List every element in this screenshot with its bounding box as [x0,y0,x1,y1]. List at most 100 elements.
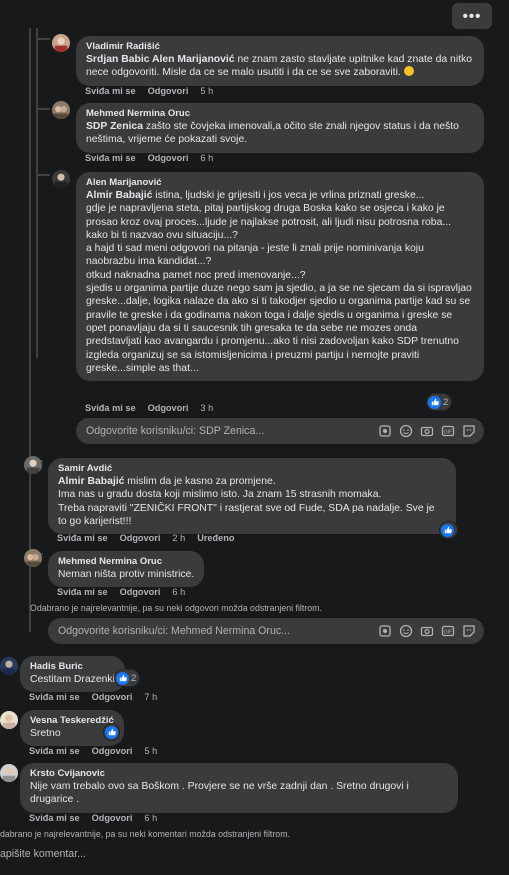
edited-label[interactable]: Uređeno [197,533,234,543]
comment-timestamp[interactable]: 5 h [200,86,213,96]
camera-icon[interactable] [420,624,434,638]
thread-line [29,28,31,632]
like-button[interactable]: Sviđa mi se [29,692,80,702]
avatar[interactable] [24,549,42,567]
reply-button[interactable]: Odgovori [148,86,189,96]
comment-author[interactable]: Vladimir Radišić [86,41,474,53]
comment-actions: Sviđa mi se Odgovori 7 h [29,692,169,702]
like-button[interactable]: Sviđa mi se [29,813,80,823]
comment-author[interactable]: Krsto Cvijanovic [30,768,448,780]
comment-timestamp[interactable]: 2 h [172,533,185,543]
mention-link[interactable]: SDP Zenica [86,121,143,132]
comment-timestamp[interactable]: 6 h [144,813,157,823]
comment-text: Sretno [30,728,61,739]
reaction-count[interactable] [440,522,457,538]
avatar-sticker-icon[interactable] [378,624,392,638]
thread-line [36,28,38,358]
comment-text: Nije vam trebalo ovo sa Boškom . Provjer… [30,781,412,806]
like-button[interactable]: Sviđa mi se [85,403,136,413]
gif-icon[interactable]: GIF [441,424,455,438]
reply-button[interactable]: Odgovori [92,746,133,756]
comment-bubble: Vladimir Radišić Srdjan Babic Alen Marij… [76,36,484,86]
reply-input[interactable]: Odgovorite korisniku/ci: SDP Zenica... G… [76,418,484,444]
mention-link[interactable]: Almir Babajić [58,476,124,487]
like-reaction-icon [105,725,118,739]
comment-actions: Sviđa mi se Odgovori 3 h [85,403,225,413]
like-reaction-icon [441,523,454,537]
comment-text: Neman ništa protiv ministrice. [58,569,195,580]
avatar[interactable] [0,764,18,782]
avatar[interactable] [52,101,70,119]
more-options-button[interactable]: ••• [452,3,492,29]
reaction-count[interactable]: 2 [427,394,452,410]
comment-bubble: Mehmed Nermina Oruc Neman ništa protiv m… [48,551,205,588]
comment-author[interactable]: Samir Avdić [58,463,446,475]
reaction-number: 2 [443,396,449,408]
avatar[interactable] [52,170,70,188]
comment-timestamp[interactable]: 5 h [144,746,157,756]
comment-text: istina, ljudski je grijesiti i jos veca … [86,190,472,374]
avatar[interactable] [24,456,42,474]
mention-link[interactable]: Almir Babajić [86,190,152,201]
reply-button[interactable]: Odgovori [92,692,133,702]
comment-actions: Sviđa mi se Odgovori 2 h Uređeno [57,533,246,543]
svg-text:GIF: GIF [444,430,452,436]
avatar[interactable] [0,711,18,729]
comment-timestamp[interactable]: 3 h [200,403,213,413]
reply-button[interactable]: Odgovori [120,533,161,543]
camera-icon[interactable] [420,424,434,438]
emoji-icon[interactable] [399,624,413,638]
write-comment-input[interactable]: apišite komentar... [0,848,86,860]
filter-note-comments: dabrano je najrelevantnije, pa su neki k… [0,829,290,839]
like-button[interactable]: Sviđa mi se [57,533,108,543]
avatar[interactable] [52,34,70,52]
reply-button[interactable]: Odgovori [148,153,189,163]
reply-button[interactable]: Odgovori [148,403,189,413]
avatar[interactable] [0,657,18,675]
mention-link[interactable]: Srdjan Babic Alen Marijanović [86,54,235,65]
like-button[interactable]: Sviđa mi se [85,86,136,96]
comment-actions: Sviđa mi se Odgovori 5 h [85,86,225,96]
like-reaction-icon [116,671,129,685]
comment-text: zašto ste čovjeka imenovali,a očito ste … [86,121,462,146]
thread-line [36,174,50,176]
comment-bubble: Samir Avdić Almir Babajić mislim da je k… [48,458,456,535]
comment-bubble: Mehmed Nermina Oruc SDP Zenica zašto ste… [76,103,484,153]
comment-author[interactable]: Vesna Teskeredžić [30,715,114,727]
comment-actions: Sviđa mi se Odgovori 6 h [85,153,225,163]
comment-timestamp[interactable]: 7 h [144,692,157,702]
reaction-count[interactable] [104,724,119,740]
comment-author[interactable]: Hadis Buric [30,661,115,673]
comment-actions: Sviđa mi se Odgovori 5 h [29,746,169,756]
reply-input-placeholder: Odgovorite korisniku/ci: Mehmed Nermina … [58,625,290,637]
comment-actions: Sviđa mi se Odgovori 6 h [29,813,169,823]
sticker-icon[interactable] [462,424,476,438]
thread-line [36,108,50,110]
emoji-icon[interactable] [399,424,413,438]
comment-author[interactable]: Mehmed Nermina Oruc [58,556,194,568]
comment-author[interactable]: Alen Marijanović [86,177,474,189]
smile-emoji-icon [403,66,414,77]
svg-text:GIF: GIF [444,630,452,636]
like-button[interactable]: Sviđa mi se [57,587,108,597]
sticker-icon[interactable] [462,624,476,638]
comment-bubble: Krsto Cvijanovic Nije vam trebalo ovo sa… [20,763,458,813]
comment-bubble: Hadis Buric Cestitam Drazenki [20,656,125,693]
reply-button[interactable]: Odgovori [92,813,133,823]
reply-input-placeholder: Odgovorite korisniku/ci: SDP Zenica... [86,425,265,437]
thread-line [36,38,50,40]
reaction-number: 2 [131,672,137,684]
like-button[interactable]: Sviđa mi se [85,153,136,163]
gif-icon[interactable]: GIF [441,624,455,638]
reply-button[interactable]: Odgovori [120,587,161,597]
comment-timestamp[interactable]: 6 h [172,587,185,597]
avatar-sticker-icon[interactable] [378,424,392,438]
like-reaction-icon [428,395,441,409]
filter-note-replies: Odabrano je najrelevantnije, pa su neki … [30,603,322,613]
reaction-count[interactable]: 2 [115,670,140,686]
like-button[interactable]: Sviđa mi se [29,746,80,756]
comment-actions: Sviđa mi se Odgovori 6 h [57,587,197,597]
reply-input[interactable]: Odgovorite korisniku/ci: Mehmed Nermina … [48,618,484,644]
comment-author[interactable]: Mehmed Nermina Oruc [86,108,474,120]
comment-timestamp[interactable]: 6 h [200,153,213,163]
